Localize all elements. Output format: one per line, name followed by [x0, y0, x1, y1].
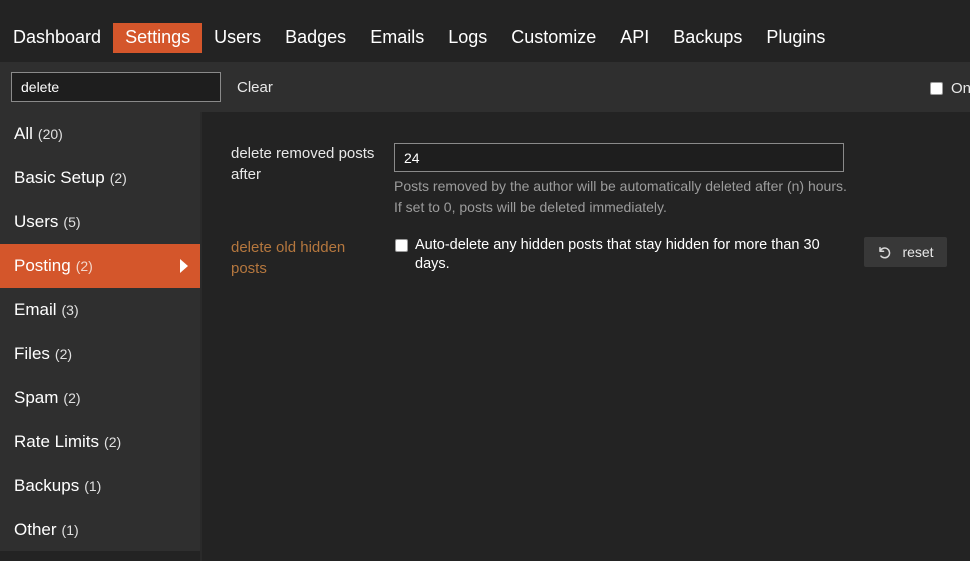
category-count: (2)	[54, 346, 73, 362]
category-count: (20)	[37, 126, 63, 142]
old-hidden-posts-setting: Auto-delete any hidden posts that stay h…	[395, 236, 845, 274]
nav-settings[interactable]: Settings	[113, 23, 203, 53]
setting-label-removed-posts: delete removed posts after	[231, 145, 375, 183]
category-rate-limits[interactable]: Rate Limits (2)	[0, 420, 200, 464]
category-label: Spam	[14, 388, 59, 407]
category-label: Backups	[14, 476, 80, 495]
category-spam[interactable]: Spam (2)	[0, 376, 200, 420]
category-users[interactable]: Users (5)	[0, 200, 200, 244]
reset-label: reset	[902, 244, 934, 260]
settings-category-sidebar: All (20) Basic Setup (2) Users (5) Posti…	[0, 112, 200, 551]
nav-api[interactable]: API	[608, 23, 661, 53]
clear-filter-button[interactable]: Clear	[229, 75, 281, 99]
nav-logs[interactable]: Logs	[436, 23, 499, 53]
category-label: Users	[14, 212, 59, 231]
filter-input[interactable]	[11, 72, 221, 102]
category-label: Email	[14, 300, 57, 319]
reset-button[interactable]: reset	[864, 237, 947, 267]
only-overridden-label: On	[951, 80, 970, 97]
undo-icon	[879, 246, 891, 259]
removed-posts-hours-input[interactable]	[394, 143, 844, 172]
sidebar-divider	[200, 112, 202, 561]
category-files[interactable]: Files (2)	[0, 332, 200, 376]
category-posting[interactable]: Posting (2)	[0, 244, 200, 288]
category-label: Rate Limits	[14, 432, 100, 451]
nav-users[interactable]: Users	[202, 23, 273, 53]
category-basic-setup[interactable]: Basic Setup (2)	[0, 156, 200, 200]
category-count: (2)	[104, 434, 122, 450]
category-count: (2)	[75, 258, 93, 274]
removed-posts-description: Posts removed by the author will be auto…	[394, 178, 847, 215]
category-email[interactable]: Email (3)	[0, 288, 200, 332]
nav-list: Dashboard Settings Users Badges Emails L…	[0, 23, 837, 53]
settings-filter-bar: Clear	[0, 62, 970, 112]
category-other[interactable]: Other (1)	[0, 508, 200, 552]
category-count: (1)	[84, 478, 102, 494]
nav-dashboard[interactable]: Dashboard	[0, 23, 113, 53]
category-label: All	[14, 124, 33, 143]
admin-nav: Dashboard Settings Users Badges Emails L…	[0, 0, 970, 62]
category-count: (2)	[63, 390, 81, 406]
nav-backups[interactable]: Backups	[661, 23, 754, 53]
old-hidden-posts-checkbox-label[interactable]: Auto-delete any hidden posts that stay h…	[415, 236, 845, 274]
category-count: (2)	[109, 170, 127, 186]
category-count: (1)	[61, 522, 79, 538]
nav-customize[interactable]: Customize	[499, 23, 608, 53]
nav-badges[interactable]: Badges	[273, 23, 358, 53]
category-label: Basic Setup	[14, 168, 105, 187]
only-overridden-checkbox[interactable]	[930, 82, 943, 95]
nav-plugins[interactable]: Plugins	[754, 23, 837, 53]
category-count: (3)	[61, 302, 79, 318]
category-label: Other	[14, 520, 57, 539]
setting-label-old-hidden-posts: delete old hidden posts	[231, 239, 346, 277]
category-count: (5)	[63, 214, 81, 230]
active-arrow-icon	[180, 259, 188, 273]
category-all[interactable]: All (20)	[0, 112, 200, 156]
only-overridden-toggle[interactable]: On	[930, 80, 970, 97]
old-hidden-posts-checkbox[interactable]	[395, 239, 408, 252]
category-label: Posting	[14, 256, 71, 275]
category-label: Files	[14, 344, 50, 363]
nav-emails[interactable]: Emails	[358, 23, 436, 53]
category-backups[interactable]: Backups (1)	[0, 464, 200, 508]
